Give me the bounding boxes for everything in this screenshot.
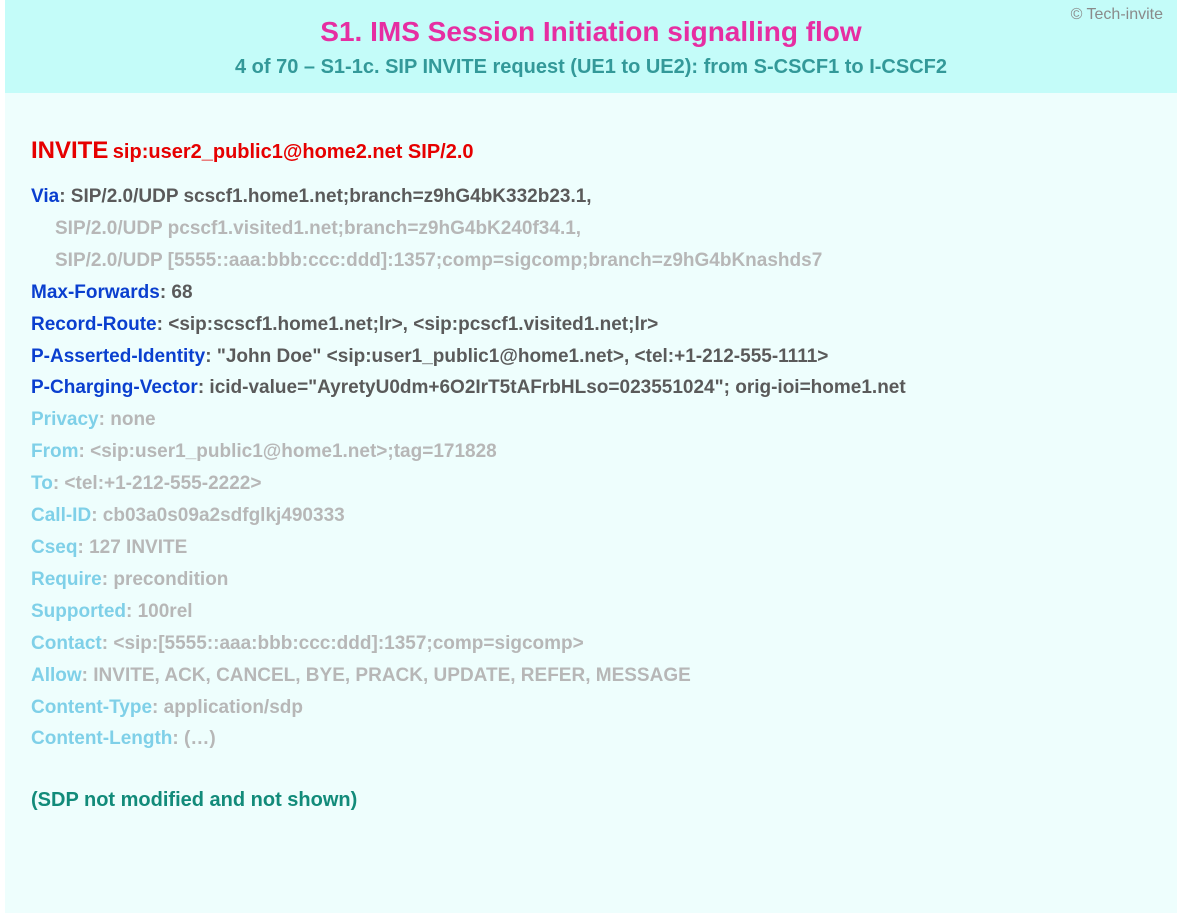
header-value: (…) — [184, 728, 216, 749]
header-name: Via — [31, 186, 59, 207]
header-via-continuation: SIP/2.0/UDP pcscf1.visited1.net;branch=z… — [31, 213, 1147, 245]
sip-header-row: From: <sip:user1_public1@home1.net>;tag=… — [31, 436, 1147, 468]
header-name: Privacy — [31, 409, 99, 430]
header-value: <sip:user1_public1@home1.net>;tag=171828 — [90, 441, 497, 462]
header-value: precondition — [113, 569, 228, 590]
sip-request-uri: sip:user2_public1@home2.net SIP/2.0 — [113, 141, 474, 163]
page-subtitle: 4 of 70 – S1-1c. SIP INVITE request (UE1… — [5, 50, 1177, 79]
header-value: 68 — [171, 282, 192, 303]
header-value: <sip:scscf1.home1.net;lr>, <sip:pcscf1.v… — [168, 314, 658, 335]
header-via: Via: SIP/2.0/UDP scscf1.home1.net;branch… — [31, 181, 1147, 213]
header-name: Require — [31, 569, 102, 590]
sip-header-row: Record-Route: <sip:scscf1.home1.net;lr>,… — [31, 309, 1147, 341]
header-name: From — [31, 441, 79, 462]
header-name: Content-Length — [31, 728, 172, 749]
sip-header-row: Content-Type: application/sdp — [31, 692, 1147, 724]
sip-header-row: Call-ID: cb03a0s09a2sdfglkj490333 — [31, 500, 1147, 532]
header-name: Cseq — [31, 537, 77, 558]
sip-request-line: INVITE sip:user2_public1@home2.net SIP/2… — [31, 137, 1147, 165]
header-value: cb03a0s09a2sdfglkj490333 — [103, 505, 345, 526]
sip-header-row: P-Asserted-Identity: "John Doe" <sip:use… — [31, 341, 1147, 373]
header-via-continuation: SIP/2.0/UDP [5555::aaa:bbb:ccc:ddd]:1357… — [31, 245, 1147, 277]
header-value: 100rel — [138, 601, 193, 622]
copyright-text: © Tech-invite — [1071, 6, 1163, 24]
header-value: <tel:+1-212-555-2222> — [64, 473, 261, 494]
sip-header-row: Contact: <sip:[5555::aaa:bbb:ccc:ddd]:13… — [31, 628, 1147, 660]
sip-header-row: P-Charging-Vector: icid-value="AyretyU0d… — [31, 372, 1147, 404]
header-name: Allow — [31, 665, 82, 686]
header-value: "John Doe" <sip:user1_public1@home1.net>… — [217, 346, 829, 367]
header-value: application/sdp — [164, 697, 303, 718]
document-page: © Tech-invite S1. IMS Session Initiation… — [0, 0, 1182, 918]
sip-header-row: Supported: 100rel — [31, 596, 1147, 628]
sip-header-row: Allow: INVITE, ACK, CANCEL, BYE, PRACK, … — [31, 660, 1147, 692]
header-name: P-Charging-Vector — [31, 377, 198, 398]
sip-header-row: Max-Forwards: 68 — [31, 277, 1147, 309]
header-name: Max-Forwards — [31, 282, 160, 303]
header-name: Record-Route — [31, 314, 157, 335]
header-name: Contact — [31, 633, 102, 654]
header-value: INVITE, ACK, CANCEL, BYE, PRACK, UPDATE,… — [93, 665, 691, 686]
sip-header-row: To: <tel:+1-212-555-2222> — [31, 468, 1147, 500]
sdp-note: (SDP not modified and not shown) — [31, 789, 1147, 812]
header-name: Content-Type — [31, 697, 152, 718]
dim-headers-group: Privacy: noneFrom: <sip:user1_public1@ho… — [31, 404, 1147, 755]
sip-header-row: Privacy: none — [31, 404, 1147, 436]
header-value: icid-value="AyretyU0dm+6O2IrT5tAFrbHLso=… — [209, 377, 905, 398]
header-value: none — [110, 409, 155, 430]
page-title: S1. IMS Session Initiation signalling fl… — [5, 10, 1177, 50]
header-value: SIP/2.0/UDP scscf1.home1.net;branch=z9hG… — [71, 186, 592, 207]
sip-header-row: Require: precondition — [31, 564, 1147, 596]
message-body: INVITE sip:user2_public1@home2.net SIP/2… — [5, 93, 1177, 913]
header-value: <sip:[5555::aaa:bbb:ccc:ddd]:1357;comp=s… — [113, 633, 583, 654]
header-name: Supported — [31, 601, 126, 622]
strong-headers-group: Max-Forwards: 68Record-Route: <sip:scscf… — [31, 277, 1147, 405]
document-header: © Tech-invite S1. IMS Session Initiation… — [5, 0, 1177, 93]
sip-method: INVITE — [31, 137, 108, 164]
sip-header-row: Cseq: 127 INVITE — [31, 532, 1147, 564]
header-name: Call-ID — [31, 505, 91, 526]
header-name: To — [31, 473, 53, 494]
sip-header-row: Content-Length: (…) — [31, 723, 1147, 755]
header-value: 127 INVITE — [89, 537, 187, 558]
header-name: P-Asserted-Identity — [31, 346, 205, 367]
